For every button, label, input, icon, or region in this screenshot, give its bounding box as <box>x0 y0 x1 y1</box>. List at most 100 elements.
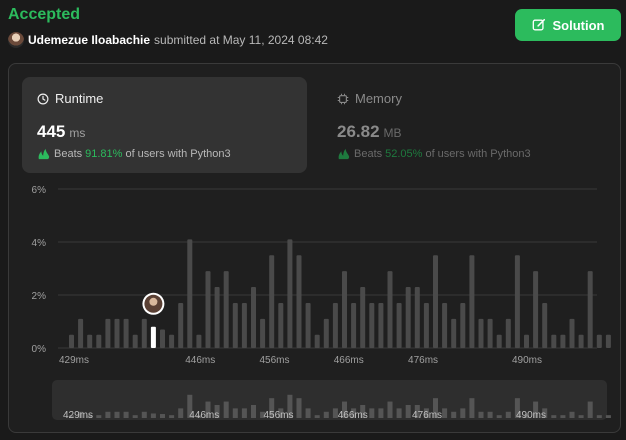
bar[interactable] <box>323 318 329 348</box>
overview-bar <box>132 415 138 418</box>
bar[interactable] <box>405 287 411 348</box>
bar[interactable] <box>351 302 357 348</box>
x-tick-label: 466ms <box>334 355 364 366</box>
bar[interactable] <box>196 334 202 348</box>
overview-bar <box>487 411 493 418</box>
bar[interactable] <box>132 334 138 348</box>
y-tick-label: 0% <box>32 344 47 355</box>
bar[interactable] <box>332 302 338 348</box>
bar[interactable] <box>542 302 548 348</box>
x-tick-label: 490ms <box>512 355 542 366</box>
bar[interactable] <box>560 334 566 348</box>
overview-bar <box>396 408 402 418</box>
bar[interactable] <box>433 255 438 348</box>
overview-bar <box>387 401 393 418</box>
bar[interactable] <box>387 271 393 348</box>
overview-tick-label: 456ms <box>264 410 294 421</box>
bar[interactable] <box>205 271 211 348</box>
bar[interactable] <box>296 255 302 348</box>
overview-bar <box>578 415 584 418</box>
overview-bar <box>460 408 466 418</box>
bar[interactable] <box>414 287 420 348</box>
y-tick-label: 4% <box>32 238 47 249</box>
overview-bar <box>160 414 165 418</box>
y-tick-label: 6% <box>32 185 47 196</box>
bar[interactable] <box>260 318 266 348</box>
bar[interactable] <box>251 287 256 348</box>
overview-bar <box>369 408 375 418</box>
bar[interactable] <box>460 302 466 348</box>
bar[interactable] <box>369 302 375 348</box>
bar[interactable] <box>269 255 275 348</box>
y-tick-label: 2% <box>32 291 47 302</box>
overview-bar <box>496 415 502 418</box>
bar[interactable] <box>533 271 539 348</box>
bar[interactable] <box>505 318 511 348</box>
bar[interactable] <box>578 334 584 348</box>
bar[interactable] <box>478 318 484 348</box>
bar[interactable] <box>342 271 347 348</box>
bar[interactable] <box>524 334 529 348</box>
bar[interactable] <box>360 287 366 348</box>
bar[interactable] <box>442 302 448 348</box>
bar[interactable] <box>69 334 74 348</box>
overview-tick-label: 476ms <box>412 410 442 421</box>
overview-bar <box>323 411 329 418</box>
overview-bar <box>150 413 156 418</box>
bar[interactable] <box>96 334 102 348</box>
avatar-face <box>149 297 158 306</box>
bar[interactable] <box>551 334 557 348</box>
overview-bar <box>605 415 611 418</box>
overview-bar <box>478 411 484 418</box>
bar[interactable] <box>214 287 220 348</box>
bar[interactable] <box>469 255 475 348</box>
overview-bar <box>169 415 175 418</box>
bar[interactable] <box>451 318 457 348</box>
bar[interactable] <box>178 302 184 348</box>
bar[interactable] <box>569 318 575 348</box>
overview-tick-label: 429ms <box>63 410 93 421</box>
bar[interactable] <box>287 239 293 348</box>
runtime-distribution-chart[interactable]: 0% 2% 4% 6% 429ms 446ms 456ms 466ms 476ms 490ms 42… <box>0 0 626 440</box>
bar[interactable] <box>314 334 320 348</box>
bar[interactable] <box>123 318 129 348</box>
overview-bar <box>378 408 384 418</box>
overview-tick-label: 446ms <box>189 410 219 421</box>
bar[interactable] <box>114 318 120 348</box>
bar[interactable] <box>378 302 384 348</box>
overview-bar <box>296 398 302 418</box>
bar[interactable] <box>423 302 429 348</box>
bar[interactable] <box>587 271 593 348</box>
bar[interactable] <box>596 334 602 348</box>
overview-bar <box>232 408 238 418</box>
bar[interactable] <box>605 334 611 348</box>
overview-bar <box>305 408 311 418</box>
x-tick-label: 446ms <box>185 355 215 366</box>
bar[interactable] <box>160 329 165 348</box>
overview-bar <box>223 401 229 418</box>
overview-tick-label: 490ms <box>516 410 546 421</box>
bar[interactable] <box>141 318 147 348</box>
current-bar[interactable] <box>150 326 156 348</box>
bar[interactable] <box>223 271 229 348</box>
bar[interactable] <box>87 334 93 348</box>
bar[interactable] <box>278 302 284 348</box>
bar[interactable] <box>78 318 84 348</box>
overview-bar <box>560 415 566 418</box>
overview-bar <box>105 411 111 418</box>
bar[interactable] <box>496 334 502 348</box>
bar[interactable] <box>187 239 193 348</box>
overview-bar <box>141 411 147 418</box>
x-tick-label: 456ms <box>260 355 290 366</box>
overview-bar <box>505 411 511 418</box>
bar[interactable] <box>305 302 311 348</box>
bar[interactable] <box>169 334 175 348</box>
overview-bar <box>451 411 457 418</box>
bar[interactable] <box>105 318 111 348</box>
bar[interactable] <box>232 302 238 348</box>
bar[interactable] <box>487 318 493 348</box>
bar[interactable] <box>514 255 520 348</box>
bar[interactable] <box>396 302 402 348</box>
overview-bar <box>123 411 129 418</box>
bar[interactable] <box>241 302 247 348</box>
